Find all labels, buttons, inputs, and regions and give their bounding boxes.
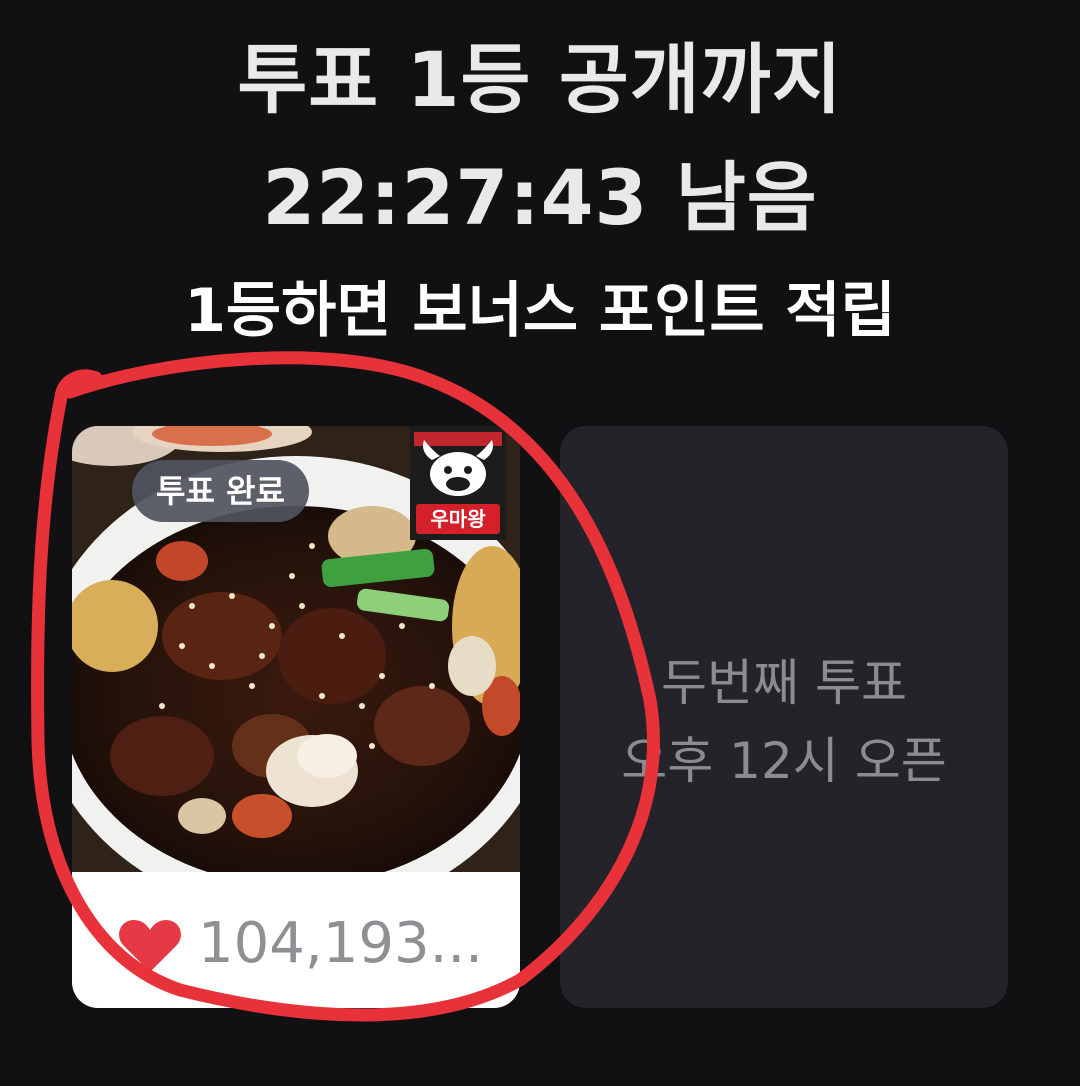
vote-complete-badge: 투표 완료: [132, 460, 309, 522]
vote-screen: 투표 1등 공개까지 22:27:43 남음 1등하면 보너스 포인트 적립 투…: [0, 0, 1080, 1086]
vote-card-locked: 두번째 투표 오후 12시 오픈: [560, 426, 1008, 1008]
bonus-notice: 1등하면 보너스 포인트 적립: [184, 276, 896, 346]
bull-icon: [414, 432, 502, 496]
brand-logo: 우마왕: [410, 426, 506, 540]
likes-count: 104,193...: [198, 912, 483, 976]
brand-name: 우마왕: [416, 504, 500, 534]
next-vote-time: 오후 12시 오픈: [621, 732, 947, 790]
heart-icon[interactable]: [118, 918, 182, 974]
countdown-timer: 22:27:43 남음: [262, 153, 818, 242]
vote-card-first[interactable]: 투표 완료 우마왕 104,193...: [72, 426, 520, 1008]
food-photo: 투표 완료 우마왕: [72, 426, 520, 872]
likes-row: 104,193...: [72, 872, 520, 1008]
next-vote-notice: 두번째 투표 오후 12시 오픈: [560, 644, 1008, 800]
next-vote-title: 두번째 투표: [661, 654, 907, 712]
countdown-title: 투표 1등 공개까지: [237, 35, 843, 124]
